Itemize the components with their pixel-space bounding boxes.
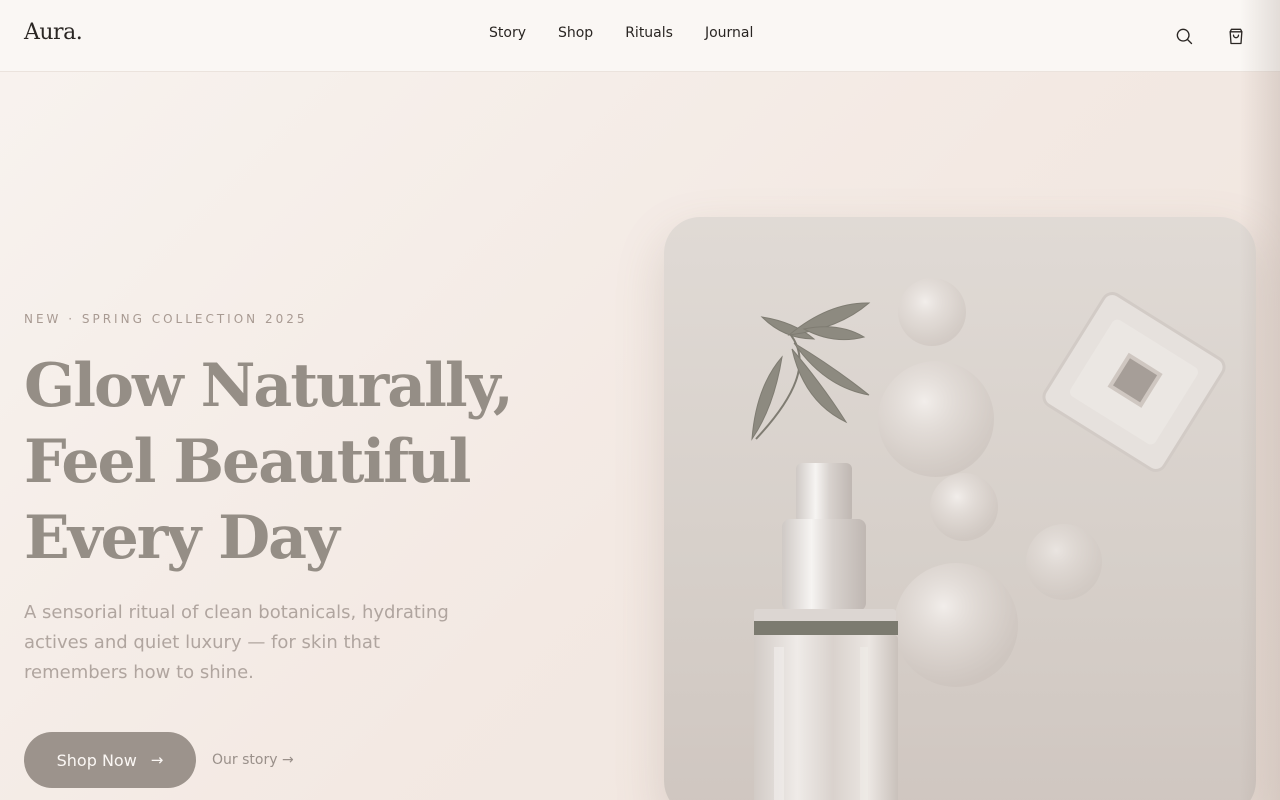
serum-bubbles	[878, 278, 1102, 687]
shop-now-button[interactable]: Shop Now →	[24, 732, 196, 788]
hero-product-image	[664, 217, 1256, 800]
hero-headline: Glow Naturally, Feel Beautiful Every Day	[24, 348, 564, 576]
nav-journal[interactable]: Journal	[705, 25, 753, 41]
search-icon[interactable]	[1172, 24, 1196, 48]
shop-now-label: Shop Now	[56, 750, 137, 770]
hero-subcopy: A sensorial ritual of clean botanicals, …	[24, 602, 449, 683]
arrow-right-icon: →	[150, 751, 164, 769]
hero-eyebrow: NEW · SPRING COLLECTION 2025	[24, 312, 308, 326]
our-story-link[interactable]: Our story →	[212, 752, 294, 768]
shopping-bag-icon[interactable]	[1224, 24, 1248, 48]
hero-cta-row: Shop Now → Our story →	[24, 732, 294, 788]
headline-line-3: Every Day	[24, 503, 340, 573]
nav-rituals[interactable]: Rituals	[625, 25, 673, 41]
brand-logo[interactable]: Aura.	[24, 20, 83, 45]
product-illustration	[751, 278, 1226, 800]
perfume-cube	[1042, 292, 1226, 472]
headline-line-1: Glow Naturally,	[24, 351, 514, 421]
main-nav: Story Shop Rituals Journal	[489, 25, 753, 41]
site-header: Aura. Story Shop Rituals Journal	[0, 0, 1280, 72]
hero-copy: NEW · SPRING COLLECTION 2025 Glow Natura…	[24, 312, 564, 688]
nav-shop[interactable]: Shop	[558, 25, 593, 41]
olive-sprig	[751, 302, 871, 441]
headline-line-2: Feel Beautiful	[24, 427, 471, 497]
nav-story[interactable]: Story	[489, 25, 526, 41]
dropper-bottle	[754, 463, 898, 800]
